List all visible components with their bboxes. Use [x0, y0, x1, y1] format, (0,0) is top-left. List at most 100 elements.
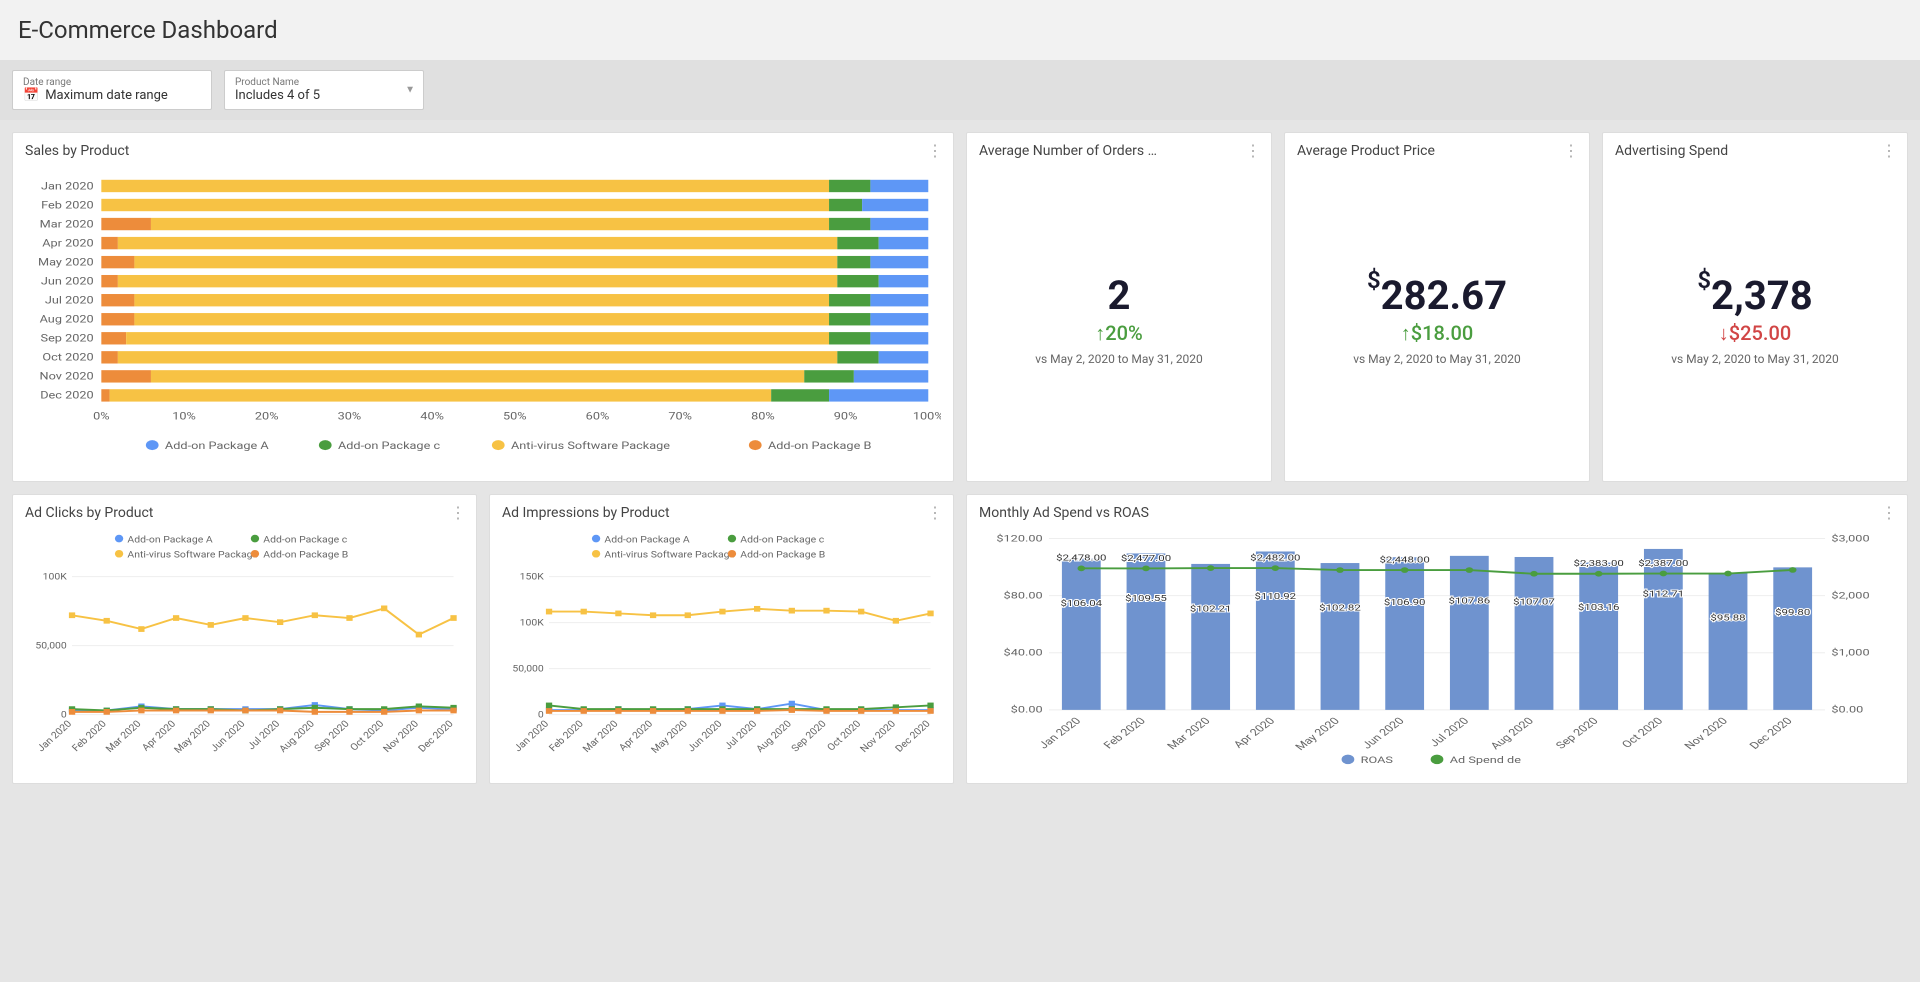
svg-text:$106.90: $106.90: [1384, 596, 1426, 607]
kpi-change: ↑20%: [1095, 321, 1142, 346]
svg-text:Aug 2020: Aug 2020: [40, 313, 94, 325]
svg-text:0: 0: [61, 710, 67, 720]
svg-text:50%: 50%: [503, 410, 527, 422]
card-menu-icon[interactable]: ⋮: [1563, 143, 1579, 159]
svg-text:Jun 2020: Jun 2020: [686, 719, 725, 755]
svg-text:Feb 2020: Feb 2020: [41, 199, 94, 211]
svg-text:Add-on Package B: Add-on Package B: [768, 440, 871, 452]
svg-text:150K: 150K: [520, 572, 545, 582]
svg-text:Nov 2020: Nov 2020: [382, 719, 422, 755]
chart-roas: $0.00$40.00$80.00$120.00$0.00$1,000$2,00…: [979, 529, 1895, 767]
chart-ad-impressions: Add-on Package A Add-on Package c Anti-vir…: [502, 529, 941, 767]
card-title: Ad Impressions by Product: [502, 505, 941, 521]
card-sales-by-product: Sales by Product ⋮ 0%10%20%30%40%50%60%7…: [12, 132, 954, 482]
svg-text:0: 0: [538, 710, 544, 720]
svg-text:Add-on Package c: Add-on Package c: [740, 535, 824, 545]
svg-text:Anti-virus Software Package: Anti-virus Software Package: [511, 440, 670, 452]
card-menu-icon[interactable]: ⋮: [1245, 143, 1261, 159]
svg-text:Sep 2020: Sep 2020: [313, 719, 352, 755]
filter-date-range[interactable]: Date range 📅 Maximum date range: [12, 70, 212, 110]
chevron-down-icon: ▼: [405, 85, 415, 96]
svg-text:May 2020: May 2020: [1293, 715, 1343, 752]
svg-text:Jan 2020: Jan 2020: [1036, 715, 1084, 751]
filter-product-name-label: Product Name: [235, 77, 413, 88]
svg-text:$40.00: $40.00: [1004, 647, 1043, 658]
svg-text:$107.86: $107.86: [1449, 595, 1491, 606]
svg-text:Nov 2020: Nov 2020: [859, 719, 899, 755]
svg-text:Dec 2020: Dec 2020: [40, 389, 93, 401]
kpi-compare: vs May 2, 2020 to May 31, 2020: [1353, 352, 1521, 366]
card-menu-icon[interactable]: ⋮: [927, 143, 943, 159]
svg-text:Mar 2020: Mar 2020: [104, 719, 144, 755]
svg-text:$99.80: $99.80: [1775, 606, 1811, 617]
svg-text:$120.00: $120.00: [996, 533, 1042, 544]
svg-text:$2,482.00: $2,482.00: [1250, 552, 1301, 563]
kpi-body: $282.67 ↑$18.00 vs May 2, 2020 to May 31…: [1297, 167, 1577, 471]
svg-text:Dec 2020: Dec 2020: [894, 719, 933, 755]
svg-text:40%: 40%: [420, 410, 444, 422]
card-menu-icon[interactable]: ⋮: [927, 505, 943, 521]
svg-text:ROAS: ROAS: [1361, 755, 1394, 766]
svg-text:$102.21: $102.21: [1190, 603, 1232, 614]
svg-text:Oct 2020: Oct 2020: [1619, 715, 1666, 750]
chart-sales: 0%10%20%30%40%50%60%70%80%90%100%Jan 202…: [25, 167, 941, 465]
svg-text:Anti-virus Software Package: Anti-virus Software Package: [604, 549, 735, 560]
card-menu-icon[interactable]: ⋮: [1881, 505, 1897, 521]
svg-text:$3,000: $3,000: [1831, 533, 1869, 544]
svg-text:Sep 2020: Sep 2020: [41, 332, 94, 344]
svg-text:60%: 60%: [586, 410, 610, 422]
page-header: E-Commerce Dashboard: [0, 0, 1920, 60]
svg-text:90%: 90%: [834, 410, 858, 422]
svg-text:70%: 70%: [668, 410, 692, 422]
svg-text:Apr 2020: Apr 2020: [42, 237, 93, 249]
svg-text:$80.00: $80.00: [1004, 590, 1043, 601]
svg-text:May 2020: May 2020: [38, 256, 94, 268]
svg-text:Jul 2020: Jul 2020: [1427, 715, 1472, 749]
kpi-compare: vs May 2, 2020 to May 31, 2020: [1671, 352, 1839, 366]
kpi-value: $2,378: [1697, 272, 1812, 319]
svg-text:10%: 10%: [172, 410, 196, 422]
svg-text:50,000: 50,000: [512, 664, 544, 674]
svg-text:$110.92: $110.92: [1255, 591, 1297, 602]
svg-text:$2,387.00: $2,387.00: [1638, 557, 1689, 568]
svg-text:May 2020: May 2020: [173, 719, 214, 756]
svg-text:Aug 2020: Aug 2020: [754, 719, 794, 755]
svg-text:Add-on Package A: Add-on Package A: [604, 535, 690, 545]
svg-text:$2,477.00: $2,477.00: [1121, 552, 1172, 563]
card-roas: Monthly Ad Spend vs ROAS ⋮ $0.00$40.00$8…: [966, 494, 1908, 784]
svg-text:Aug 2020: Aug 2020: [1488, 715, 1537, 751]
svg-text:20%: 20%: [255, 410, 279, 422]
svg-text:$2,383.00: $2,383.00: [1574, 558, 1625, 569]
svg-text:Ad Spend de: Ad Spend de: [1450, 755, 1521, 766]
svg-text:$106.04: $106.04: [1060, 598, 1102, 609]
card-ad-impressions: Ad Impressions by Product ⋮ Add-on Packa…: [489, 494, 954, 784]
svg-text:100K: 100K: [43, 572, 68, 582]
svg-text:100%: 100%: [913, 410, 941, 422]
svg-text:30%: 30%: [338, 410, 362, 422]
page-title: E-Commerce Dashboard: [18, 16, 1902, 44]
svg-text:$112.71: $112.71: [1643, 588, 1685, 599]
filter-product-name[interactable]: Product Name Includes 4 of 5 ▼: [224, 70, 424, 110]
svg-text:Add-on Package B: Add-on Package B: [740, 550, 825, 560]
card-title: Average Number of Orders …: [979, 143, 1259, 159]
card-title: Advertising Spend: [1615, 143, 1895, 159]
svg-text:Add-on Package c: Add-on Package c: [263, 535, 347, 545]
svg-text:100K: 100K: [520, 618, 545, 628]
kpi-change: ↑$18.00: [1401, 321, 1473, 346]
svg-text:$95.88: $95.88: [1710, 612, 1746, 623]
card-menu-icon[interactable]: ⋮: [1881, 143, 1897, 159]
svg-text:$0.00: $0.00: [1011, 704, 1043, 715]
svg-text:$107.07: $107.07: [1513, 596, 1555, 607]
filter-date-range-label: Date range: [23, 77, 201, 88]
svg-text:80%: 80%: [751, 410, 775, 422]
svg-text:Jan 2020: Jan 2020: [36, 719, 75, 755]
svg-text:Mar 2020: Mar 2020: [581, 719, 621, 755]
svg-text:Jun 2020: Jun 2020: [1359, 715, 1407, 751]
kpi-change: ↓$25.00: [1719, 321, 1791, 346]
card-ad-clicks: Ad Clicks by Product ⋮ Add-on Package AA…: [12, 494, 477, 784]
filter-date-range-value: 📅 Maximum date range: [23, 88, 201, 103]
svg-text:Anti-virus Software Package: Anti-virus Software Package: [127, 549, 258, 560]
dashboard-grid: Sales by Product ⋮ 0%10%20%30%40%50%60%7…: [0, 120, 1920, 796]
card-menu-icon[interactable]: ⋮: [450, 505, 466, 521]
svg-text:Jun 2020: Jun 2020: [209, 719, 248, 755]
